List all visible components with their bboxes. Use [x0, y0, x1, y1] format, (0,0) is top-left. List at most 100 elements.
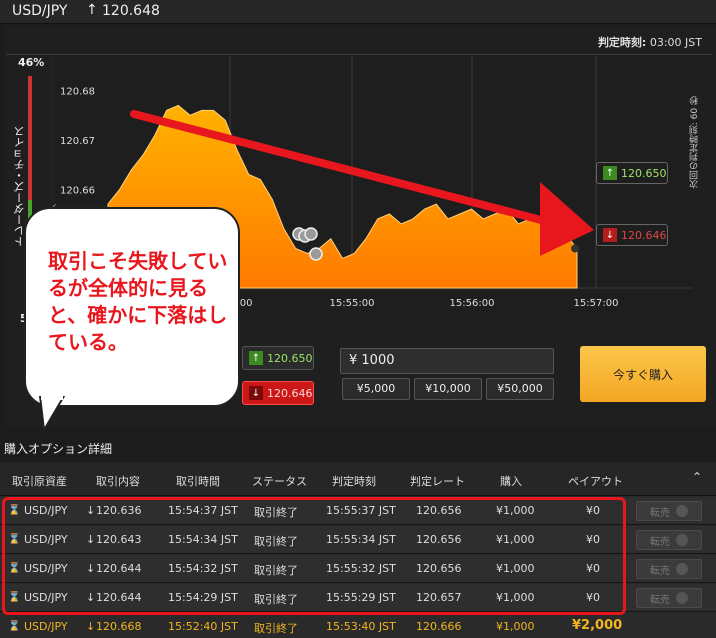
cell-asset: USD/JPY: [24, 504, 68, 517]
play-icon: [676, 592, 688, 604]
x-tick-label: 15:57:00: [574, 298, 619, 309]
quick-amount-5000[interactable]: ¥5,000: [342, 378, 410, 400]
trading-app: USD/JPY ↑ 120.648 判定時刻: 03:00 JST 46% トレ…: [0, 0, 716, 638]
hourglass-icon: ⌛: [8, 621, 21, 632]
cell-time: 15:52:40 JST: [168, 620, 238, 633]
asset-pair: USD/JPY: [12, 3, 68, 19]
cell-time: 15:54:32 JST: [168, 562, 238, 575]
cell-jrate: 120.656: [416, 504, 462, 517]
cell-buy: ¥1,000: [496, 562, 535, 575]
quick-amount-10000[interactable]: ¥10,000: [414, 378, 482, 400]
cell-asset: USD/JPY: [24, 591, 68, 604]
hourglass-icon: ⌛: [8, 534, 21, 545]
cell-status: 取引終了: [254, 506, 298, 519]
buy-now-button[interactable]: 今すぐ購入: [580, 346, 706, 402]
cell-rate: 120.644: [96, 562, 142, 575]
table-header: 取引原資産 取引内容 取引時間 ステータス 判定時刻 判定レート 購入 ペイアウ…: [0, 462, 716, 496]
asset-header: USD/JPY ↑ 120.648: [0, 0, 716, 24]
last-price-dot: [571, 244, 579, 253]
cell-payout: ¥0: [586, 591, 600, 604]
cell-judge: 15:55:32 JST: [326, 562, 396, 575]
cell-dir: ↓: [86, 591, 96, 604]
cell-judge: 15:55:37 JST: [326, 504, 396, 517]
amount-input[interactable]: ¥ 1000: [340, 348, 554, 374]
cell-payout: ¥0: [586, 533, 600, 546]
cell-status: 取引終了: [254, 622, 298, 635]
hourglass-icon: ⌛: [8, 505, 21, 516]
cell-time: 15:54:29 JST: [168, 591, 238, 604]
hourglass-icon: ⌛: [8, 592, 21, 603]
cell-rate: 120.636: [96, 504, 142, 517]
resell-button[interactable]: 転売: [636, 588, 702, 608]
collapse-icon[interactable]: ⌃: [692, 470, 702, 484]
arrow-up-icon: ↑: [249, 351, 263, 365]
cell-buy: ¥1,000: [496, 591, 535, 604]
quick-amount-50000[interactable]: ¥50,000: [486, 378, 554, 400]
table-row: ⌛ USD/JPY ↓ 120.668 15:52:40 JST 取引終了 15:53:40…: [0, 613, 716, 638]
cell-judge: 15:55:34 JST: [326, 533, 396, 546]
traders-choice-percent: 46%: [18, 56, 45, 69]
cell-payout: ¥0: [586, 504, 600, 517]
arrow-up-icon: ↑: [86, 2, 98, 18]
cell-judge: 15:55:29 JST: [326, 591, 396, 604]
table-row: ⌛ USD/JPY ↓ 120.644 15:54:32 JST 取引終了 15:55:32…: [0, 555, 716, 583]
cell-jrate: 120.666: [416, 620, 462, 633]
play-icon: [676, 563, 688, 575]
cell-dir: ↓: [86, 504, 96, 517]
table-row: ⌛ USD/JPY ↓ 120.643 15:54:34 JST 取引終了 15:55:34…: [0, 526, 716, 554]
cell-rate: 120.643: [96, 533, 142, 546]
cell-payout: ¥2,000: [572, 618, 623, 633]
cell-rate: 120.644: [96, 591, 142, 604]
next-judgement: 次回の判定時刻: 60 秒: [690, 96, 700, 189]
y-tick-label: 120.67: [60, 136, 95, 147]
annotation-text: 取引こそ失敗しているが全体的に見ると、確かに下落はしている。: [48, 249, 228, 354]
resell-button[interactable]: 転売: [636, 501, 702, 521]
resell-button[interactable]: 転売: [636, 530, 702, 550]
cell-payout: ¥0: [586, 562, 600, 575]
options-table: 取引原資産 取引内容 取引時間 ステータス 判定時刻 判定レート 購入 ペイアウ…: [0, 462, 716, 638]
cell-buy: ¥1,000: [496, 504, 535, 517]
cell-buy: ¥1,000: [496, 533, 535, 546]
divider: [6, 54, 712, 55]
cell-dir: ↓: [86, 533, 96, 546]
cell-asset: USD/JPY: [24, 620, 68, 633]
trade-marker-icon: [309, 247, 323, 261]
hourglass-icon: ⌛: [8, 563, 21, 574]
high-button[interactable]: ↑ 120.650: [242, 346, 314, 370]
cell-status: 取引終了: [254, 535, 298, 548]
table-row: ⌛ USD/JPY ↓ 120.636 15:54:37 JST 取引終了 15:55:37…: [0, 497, 716, 525]
cell-judge: 15:53:40 JST: [326, 620, 396, 633]
cell-time: 15:54:37 JST: [168, 504, 238, 517]
x-tick-label: 15:56:00: [450, 298, 495, 309]
cell-dir: ↓: [86, 620, 96, 633]
y-tick-label: 120.68: [60, 87, 95, 98]
arrow-down-icon: ↓: [249, 386, 263, 400]
y-tick-label: 120.66: [60, 185, 95, 196]
cell-asset: USD/JPY: [24, 562, 68, 575]
current-price: 120.648: [102, 3, 160, 19]
trade-marker-icon: [304, 227, 318, 241]
cell-jrate: 120.656: [416, 533, 462, 546]
judgement-time: 判定時刻: 03:00 JST: [597, 36, 702, 49]
cell-status: 取引終了: [254, 564, 298, 577]
play-icon: [676, 534, 688, 546]
cell-dir: ↓: [86, 562, 96, 575]
arrow-down-icon: ↓: [603, 228, 617, 242]
table-row: ⌛ USD/JPY ↓ 120.644 15:54:29 JST 取引終了 15:55:29…: [0, 584, 716, 612]
section-title: 購入オプション詳細: [4, 442, 113, 456]
cell-rate: 120.668: [96, 620, 142, 633]
resell-button[interactable]: 転売: [636, 559, 702, 579]
cell-time: 15:54:34 JST: [168, 533, 238, 546]
chart-low-price: ↓ 120.646: [596, 224, 668, 246]
play-icon: [676, 505, 688, 517]
arrow-up-icon: ↑: [603, 166, 617, 180]
chart-high-price: ↑ 120.650: [596, 162, 668, 184]
cell-status: 取引終了: [254, 593, 298, 606]
cell-jrate: 120.656: [416, 562, 462, 575]
x-tick-label: 15:55:00: [330, 298, 375, 309]
cell-jrate: 120.657: [416, 591, 462, 604]
low-button[interactable]: ↓ 120.646: [242, 381, 314, 405]
cell-asset: USD/JPY: [24, 533, 68, 546]
cell-buy: ¥1,000: [496, 620, 535, 633]
bubble-tail: [38, 396, 66, 432]
